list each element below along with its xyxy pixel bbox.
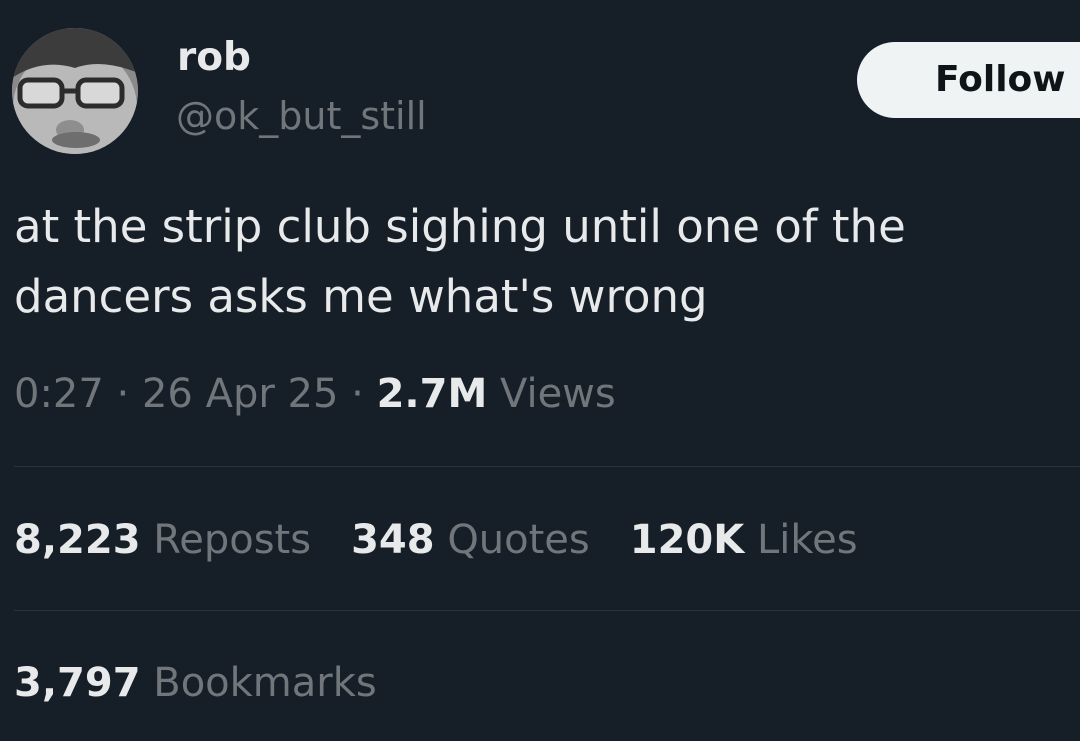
views-count: 2.7M: [376, 371, 488, 417]
reposts-stat[interactable]: 8,223 Reposts: [14, 517, 311, 563]
likes-label: Likes: [756, 517, 858, 563]
quotes-label: Quotes: [447, 517, 590, 563]
likes-stat[interactable]: 120K Likes: [630, 517, 858, 563]
display-name[interactable]: rob: [177, 35, 251, 81]
bookmarks-label: Bookmarks: [153, 660, 377, 706]
quotes-stat[interactable]: 348 Quotes: [351, 517, 590, 563]
meta-separator: ·: [351, 371, 364, 417]
follow-button[interactable]: Follow: [857, 42, 1080, 118]
tweet-meta: 0:27 · 26 Apr 25 · 2.7M Views: [14, 371, 616, 417]
tweet-text: at the strip club sighing until one of t…: [14, 200, 906, 323]
bookmarks-count: 3,797: [14, 660, 141, 706]
user-handle[interactable]: @ok_but_still: [176, 94, 427, 139]
divider: [14, 610, 1080, 611]
avatar-image: [12, 28, 138, 154]
avatar[interactable]: [12, 28, 138, 154]
bookmarks-stat[interactable]: 3,797 Bookmarks: [14, 660, 377, 706]
quotes-count: 348: [351, 517, 435, 563]
likes-count: 120K: [629, 517, 745, 563]
tweet-date[interactable]: 26 Apr 25: [142, 371, 338, 417]
reposts-label: Reposts: [153, 517, 312, 563]
meta-separator: ·: [116, 371, 130, 417]
engagement-stats: 8,223 Reposts 348 Quotes 120K Likes: [14, 517, 898, 563]
tweet-time[interactable]: 0:27: [14, 371, 104, 417]
reposts-count: 8,223: [14, 517, 141, 563]
bookmarks-row: 3,797 Bookmarks: [14, 660, 417, 706]
views-label: Views: [499, 371, 616, 417]
divider: [14, 466, 1080, 467]
